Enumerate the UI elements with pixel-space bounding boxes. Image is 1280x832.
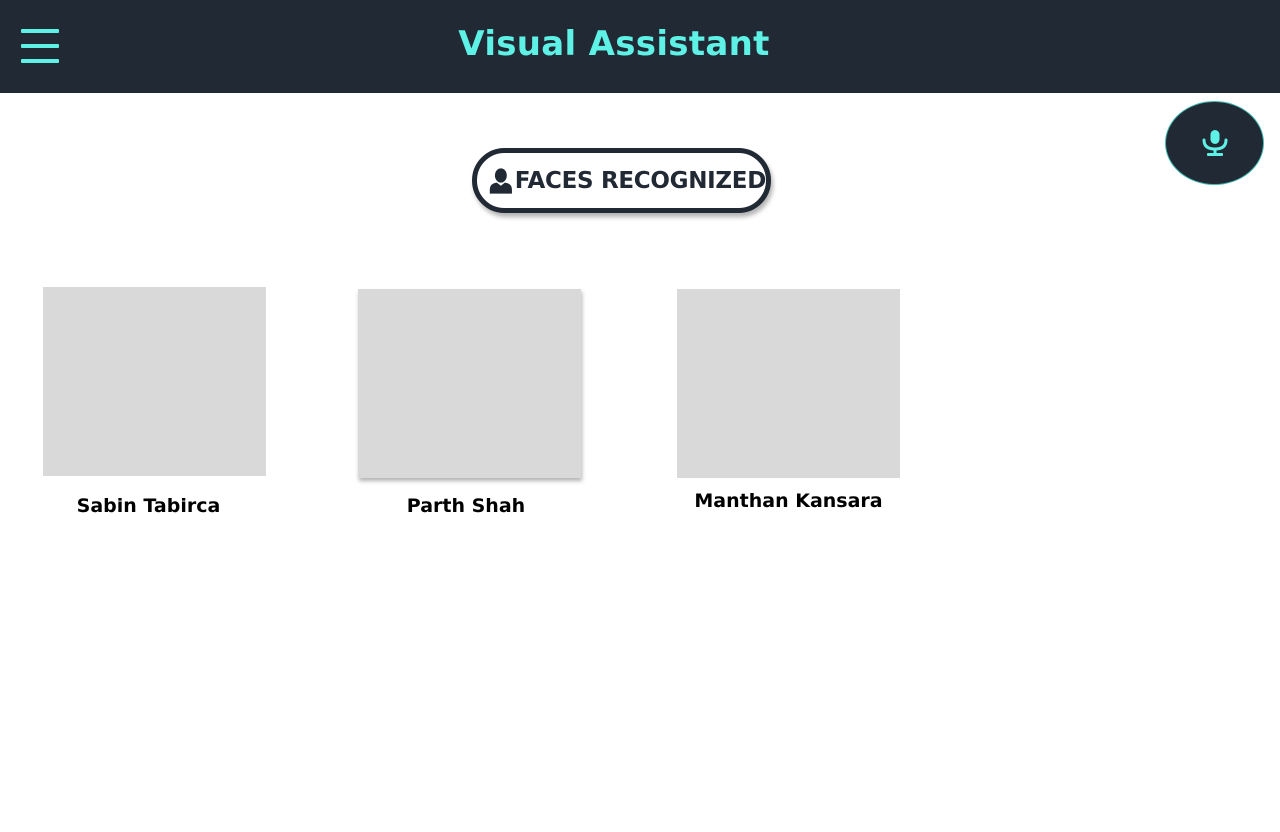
face-photo[interactable] (677, 289, 900, 478)
face-name: Sabin Tabirca (76, 495, 221, 517)
faces-recognized-label: FACES RECOGNIZED (514, 167, 767, 194)
voice-input-button[interactable] (1165, 101, 1264, 185)
face-name: Manthan Kansara (694, 490, 883, 512)
face-photo[interactable] (358, 289, 581, 478)
person-icon (489, 167, 512, 194)
top-bar: Visual Assistant (0, 0, 1280, 93)
face-photo[interactable] (43, 287, 266, 476)
app-title: Visual Assistant (458, 24, 770, 64)
microphone-icon (1202, 130, 1227, 156)
faces-recognized-button[interactable]: FACES RECOGNIZED (472, 148, 771, 213)
face-name: Parth Shah (406, 495, 526, 517)
